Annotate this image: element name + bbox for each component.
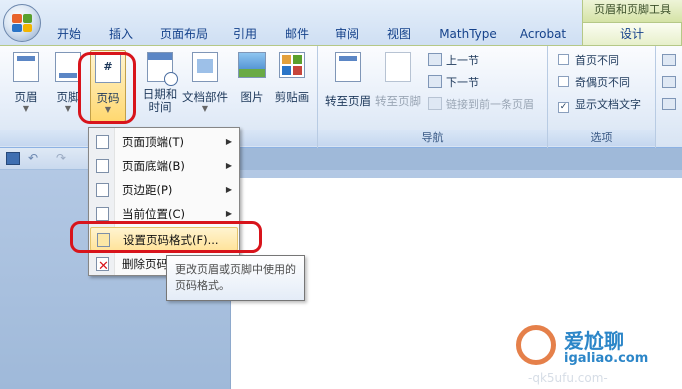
first-page-label: 首页不同 bbox=[575, 54, 619, 67]
tab-home[interactable]: 开始 bbox=[48, 23, 90, 45]
link-icon bbox=[428, 97, 442, 110]
chevron-right-icon: ▶ bbox=[225, 137, 232, 146]
position-icon[interactable] bbox=[662, 98, 676, 110]
watermark-domain: igaliao.com bbox=[564, 351, 649, 366]
position-icon[interactable] bbox=[662, 54, 676, 66]
picture-label: 图片 bbox=[240, 90, 264, 104]
highlight-page-number bbox=[78, 52, 136, 124]
next-section-icon bbox=[428, 75, 442, 88]
first-page-checkbox[interactable]: 首页不同 bbox=[558, 52, 619, 70]
next-section-label: 下一节 bbox=[446, 76, 479, 89]
datetime-label-2: 时间 bbox=[148, 100, 172, 114]
tab-insert[interactable]: 插入 bbox=[100, 23, 142, 45]
docparts-icon bbox=[192, 52, 218, 82]
checkmark-icon: ✓ bbox=[558, 102, 569, 113]
goto-footer-button[interactable]: 转至页脚 bbox=[374, 50, 422, 122]
tab-references[interactable]: 引用 bbox=[224, 23, 266, 45]
prev-section-button[interactable]: 上一节 bbox=[428, 52, 479, 70]
watermark: 爱尬聊 igaliao.com -qk5ufu.com- bbox=[500, 315, 682, 389]
datetime-button[interactable]: 日期和 时间 bbox=[138, 50, 182, 122]
group-navigation: 转至页眉 转至页脚 上一节 下一节 链接到前一条页眉 导航 bbox=[318, 46, 548, 148]
tab-page-layout[interactable]: 页面布局 bbox=[152, 23, 216, 45]
undo-icon[interactable]: ↶ bbox=[28, 151, 38, 165]
header-icon bbox=[13, 52, 39, 82]
chevron-down-icon: ▼ bbox=[22, 104, 30, 113]
link-previous-button[interactable]: 链接到前一条页眉 bbox=[428, 96, 534, 114]
watermark-title: 爱尬聊 bbox=[564, 329, 624, 353]
tooltip: 更改页眉或页脚中使用的页码格式。 bbox=[166, 255, 305, 301]
link-previous-label: 链接到前一条页眉 bbox=[446, 98, 534, 111]
clipart-label: 剪贴画 bbox=[274, 90, 310, 104]
position-icon[interactable] bbox=[662, 76, 676, 88]
docparts-button[interactable]: 文档部件 ▼ bbox=[178, 50, 232, 122]
group-options: 首页不同 奇偶页不同 ✓ 显示文档文字 选项 bbox=[548, 46, 656, 148]
tab-view[interactable]: 视图 bbox=[378, 23, 420, 45]
remove-icon: ✕ bbox=[96, 257, 109, 274]
prev-section-icon bbox=[428, 53, 442, 66]
tab-mailings[interactable]: 邮件 bbox=[276, 23, 318, 45]
redo-icon[interactable]: ↷ bbox=[56, 151, 66, 165]
goto-footer-label: 转至页脚 bbox=[375, 94, 421, 108]
clipart-icon bbox=[279, 52, 305, 78]
save-icon[interactable] bbox=[6, 152, 20, 165]
menu-item-top[interactable]: 页面顶端(T) ▶ bbox=[90, 130, 238, 154]
current-position-icon bbox=[96, 207, 109, 221]
clipart-button[interactable]: 剪贴画 bbox=[272, 50, 312, 122]
goto-footer-icon bbox=[385, 52, 411, 82]
goto-header-label: 转至页眉 bbox=[325, 94, 371, 108]
odd-even-label: 奇偶页不同 bbox=[575, 76, 630, 89]
group-navigation-label: 导航 bbox=[318, 130, 547, 146]
menu-item-bottom[interactable]: 页面底端(B) ▶ bbox=[90, 154, 238, 178]
tab-acrobat[interactable]: Acrobat bbox=[512, 23, 574, 45]
context-tools-title: 页眉和页脚工具 bbox=[582, 0, 682, 22]
highlight-format-item bbox=[70, 221, 262, 253]
picture-icon bbox=[238, 52, 266, 78]
page-number-menu: 页面顶端(T) ▶ 页面底端(B) ▶ 页边距(P) ▶ 当前位置(C) ▶ 设置页码格… bbox=[88, 127, 240, 276]
page-top-icon bbox=[96, 135, 109, 149]
next-section-button[interactable]: 下一节 bbox=[428, 74, 479, 92]
tab-design[interactable]: 设计 bbox=[582, 22, 682, 46]
goto-header-icon bbox=[335, 52, 361, 82]
office-logo-icon bbox=[12, 14, 32, 32]
odd-even-checkbox[interactable]: 奇偶页不同 bbox=[558, 74, 630, 92]
picture-button[interactable]: 图片 bbox=[234, 50, 270, 122]
prev-section-label: 上一节 bbox=[446, 54, 479, 67]
calendar-icon bbox=[147, 52, 178, 86]
docparts-label: 文档部件 bbox=[182, 90, 228, 104]
watermark-logo-icon bbox=[516, 325, 556, 365]
goto-header-button[interactable]: 转至页眉 bbox=[324, 50, 372, 122]
menu-item-margins[interactable]: 页边距(P) ▶ bbox=[90, 178, 238, 202]
header-label: 页眉 bbox=[14, 90, 38, 104]
page-bottom-icon bbox=[96, 159, 109, 173]
show-text-checkbox[interactable]: ✓ 显示文档文字 bbox=[558, 96, 641, 114]
show-text-label: 显示文档文字 bbox=[575, 98, 641, 111]
header-button[interactable]: 页眉 ▼ bbox=[8, 50, 44, 122]
datetime-label-1: 日期和 bbox=[142, 87, 178, 101]
office-button[interactable] bbox=[3, 4, 41, 42]
watermark-site: -qk5ufu.com- bbox=[528, 371, 608, 385]
tab-mathtype[interactable]: MathType bbox=[432, 23, 504, 45]
tab-review[interactable]: 审阅 bbox=[326, 23, 368, 45]
chevron-right-icon: ▶ bbox=[225, 185, 232, 194]
chevron-down-icon: ▼ bbox=[201, 104, 209, 113]
chevron-right-icon: ▶ bbox=[225, 161, 232, 170]
group-options-label: 选项 bbox=[548, 130, 655, 146]
page-margin-icon bbox=[96, 183, 109, 197]
